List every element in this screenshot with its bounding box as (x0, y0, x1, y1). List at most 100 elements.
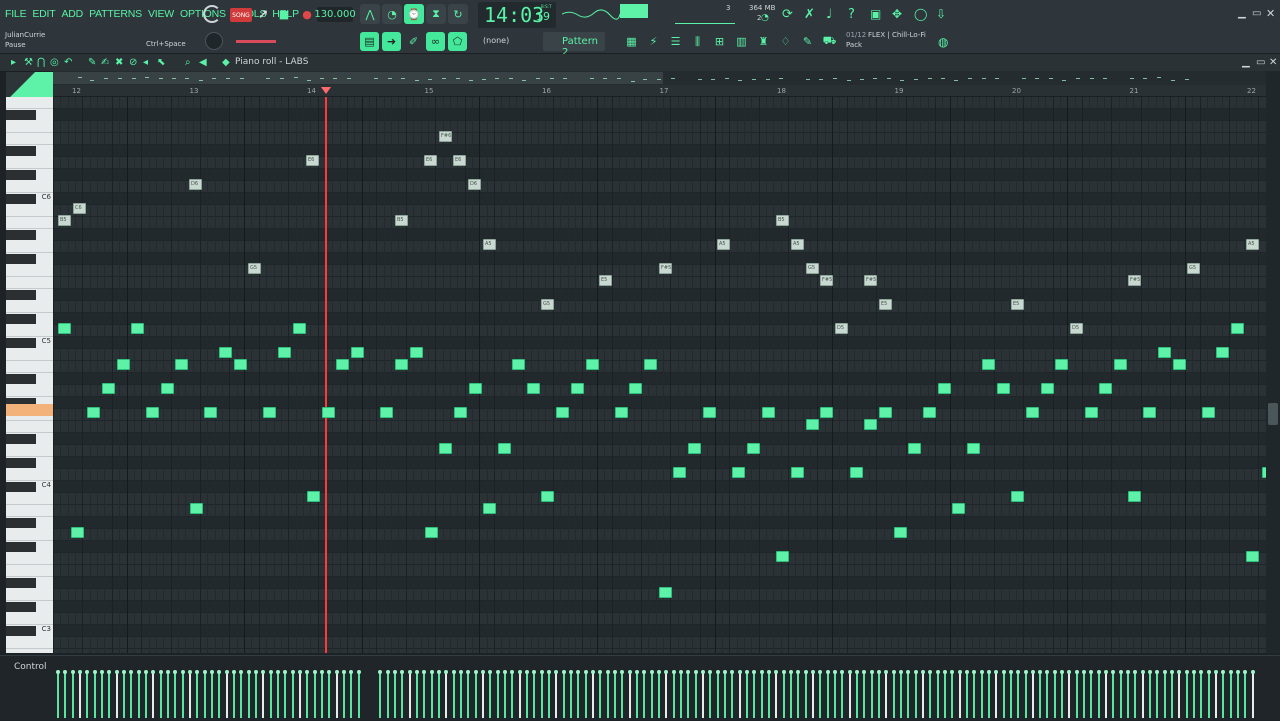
velocity-bar[interactable] (262, 672, 264, 718)
note[interactable] (586, 359, 599, 370)
velocity-handle[interactable] (899, 670, 903, 674)
velocity-handle[interactable] (525, 670, 529, 674)
velocity-bar[interactable] (1215, 672, 1217, 718)
velocity-bar[interactable] (915, 672, 917, 718)
velocity-bar[interactable] (467, 672, 469, 718)
velocity-bar[interactable] (182, 672, 184, 718)
stop-button[interactable]: ■ (277, 7, 291, 21)
velocity-handle[interactable] (1038, 670, 1042, 674)
note[interactable] (410, 347, 423, 358)
note[interactable] (776, 551, 789, 562)
velocity-handle[interactable] (1060, 670, 1064, 674)
velocity-bar[interactable] (585, 672, 587, 718)
toolbar-minimize-icon[interactable]: ▁ (1242, 57, 1250, 68)
refresh-icon[interactable]: ⟳ (782, 7, 793, 22)
velocity-bar[interactable] (1200, 672, 1202, 718)
zoom-icon[interactable]: ⌕ (185, 57, 191, 68)
velocity-bar[interactable] (636, 672, 638, 718)
note[interactable] (541, 491, 554, 502)
velocity-handle[interactable] (159, 670, 163, 674)
velocity-bar[interactable] (929, 672, 931, 718)
velocity-handle[interactable] (1133, 670, 1137, 674)
velocity-handle[interactable] (1177, 670, 1181, 674)
velocity-bar[interactable] (709, 672, 711, 718)
velocity-bar[interactable] (358, 672, 360, 718)
velocity-handle[interactable] (826, 670, 830, 674)
velocity-handle[interactable] (1097, 670, 1101, 674)
velocity-handle[interactable] (716, 670, 720, 674)
note[interactable] (380, 407, 393, 418)
black-key[interactable] (6, 374, 36, 384)
velocity-bar[interactable] (856, 672, 858, 718)
velocity-bar[interactable] (812, 672, 814, 718)
velocity-handle[interactable] (1119, 670, 1123, 674)
note[interactable] (659, 587, 672, 598)
velocity-bar[interactable] (94, 672, 96, 718)
note[interactable] (732, 467, 745, 478)
velocity-handle[interactable] (63, 670, 67, 674)
velocity-bar[interactable] (995, 672, 997, 718)
note[interactable] (967, 443, 980, 454)
velocity-handle[interactable] (254, 670, 258, 674)
velocity-handle[interactable] (430, 670, 434, 674)
velocity-bar[interactable] (504, 672, 506, 718)
note[interactable] (1026, 407, 1039, 418)
velocity-bar[interactable] (138, 672, 140, 718)
velocity-bar[interactable] (702, 672, 704, 718)
playhead-line[interactable] (325, 97, 327, 653)
velocity-handle[interactable] (642, 670, 646, 674)
note[interactable] (820, 407, 833, 418)
velocity-bar[interactable] (211, 672, 213, 718)
velocity-bar[interactable] (350, 672, 352, 718)
link-button[interactable]: ∞ (426, 32, 445, 51)
velocity-bar[interactable] (665, 672, 667, 718)
velocity-bar[interactable] (922, 672, 924, 718)
timeline-ruler[interactable]: 1213141516171819202122 (53, 85, 1266, 97)
chat-icon[interactable]: ◯ (914, 7, 927, 21)
velocity-bar[interactable] (1149, 672, 1151, 718)
piano-roll-button[interactable]: ▤ (360, 32, 379, 51)
velocity-handle[interactable] (987, 670, 991, 674)
velocity-bar[interactable] (482, 672, 484, 718)
velocity-bar[interactable] (577, 672, 579, 718)
velocity-handle[interactable] (569, 670, 573, 674)
velocity-handle[interactable] (1155, 670, 1159, 674)
velocity-handle[interactable] (613, 670, 617, 674)
velocity-bar[interactable] (1186, 672, 1188, 718)
velocity-handle[interactable] (657, 670, 661, 674)
velocity-bar[interactable] (167, 672, 169, 718)
velocity-bar[interactable] (900, 672, 902, 718)
download-icon[interactable]: ⇩ (936, 7, 946, 21)
velocity-handle[interactable] (122, 670, 126, 674)
velocity-bar[interactable] (907, 672, 909, 718)
velocity-handle[interactable] (833, 670, 837, 674)
note[interactable] (175, 359, 188, 370)
velocity-bar[interactable] (753, 672, 755, 718)
velocity-bar[interactable] (849, 672, 851, 718)
velocity-handle[interactable] (313, 670, 317, 674)
velocity-bar[interactable] (174, 672, 176, 718)
note[interactable] (747, 443, 760, 454)
velocity-bar[interactable] (541, 672, 543, 718)
velocity-handle[interactable] (598, 670, 602, 674)
target-icon[interactable]: ◎ (50, 57, 59, 68)
velocity-handle[interactable] (958, 670, 962, 674)
note[interactable] (58, 323, 71, 334)
velocity-handle[interactable] (1236, 670, 1240, 674)
velocity-handle[interactable] (71, 670, 75, 674)
menu-edit[interactable]: EDIT (32, 8, 55, 20)
velocity-bar[interactable] (819, 672, 821, 718)
paint-icon[interactable]: ✍ (101, 57, 109, 68)
note[interactable] (351, 347, 364, 358)
velocity-handle[interactable] (481, 670, 485, 674)
note[interactable] (439, 443, 452, 454)
master-volume-knob[interactable] (205, 32, 223, 50)
velocity-bar[interactable] (453, 672, 455, 718)
note[interactable] (102, 383, 115, 394)
velocity-handle[interactable] (701, 670, 705, 674)
velocity-handle[interactable] (848, 670, 852, 674)
toolbar-close-icon[interactable]: ✕ (1269, 57, 1277, 68)
velocity-handle[interactable] (437, 670, 441, 674)
velocity-handle[interactable] (100, 670, 104, 674)
wand-icon[interactable]: ✎ (798, 32, 817, 51)
